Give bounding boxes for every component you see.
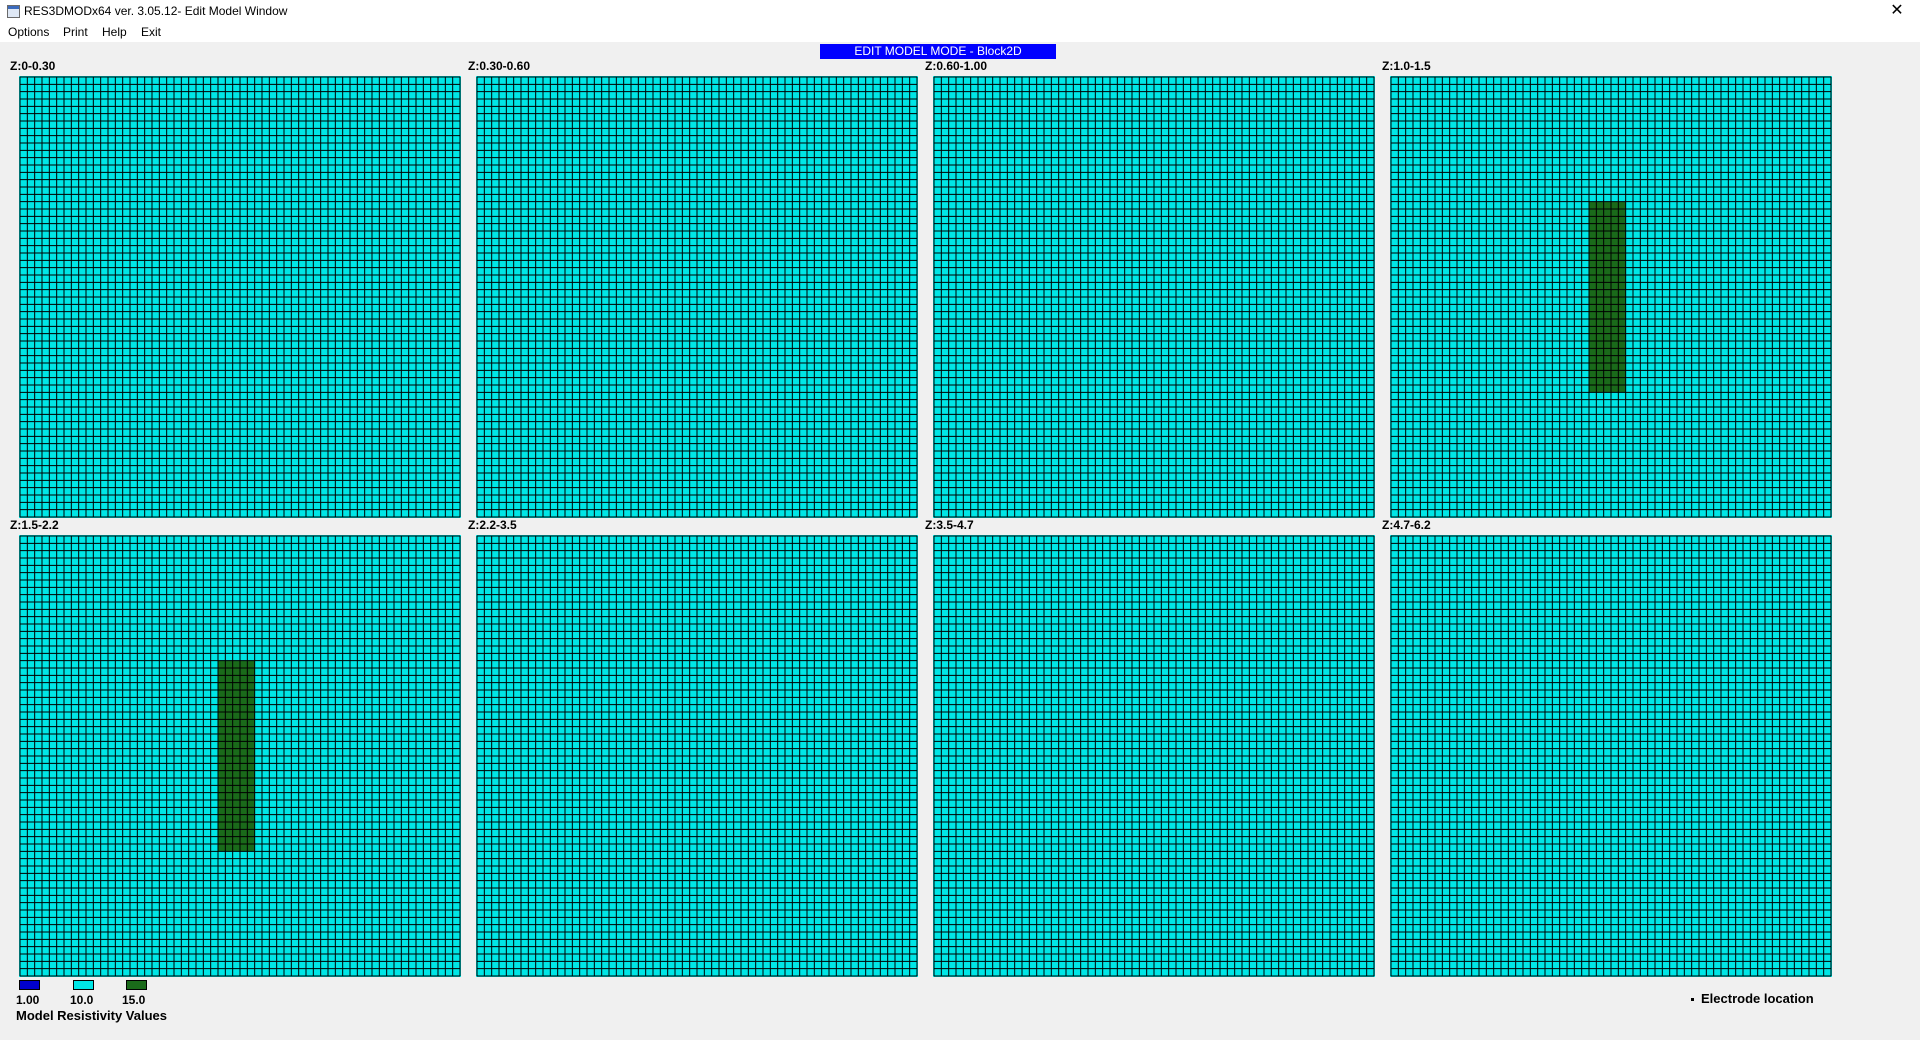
legend-swatch-1[interactable] [19, 980, 40, 990]
model-grid-z8[interactable] [1390, 535, 1832, 977]
legend-title: Model Resistivity Values [16, 1008, 168, 1023]
mode-banner: EDIT MODEL MODE - Block2D [820, 44, 1056, 59]
close-button[interactable]: ✕ [1874, 0, 1920, 22]
panel-label-7: Z:3.5-4.7 [925, 518, 974, 532]
model-grid-z4[interactable] [1390, 76, 1832, 518]
model-grid-z3[interactable] [933, 76, 1375, 518]
model-grid-z1[interactable] [19, 76, 461, 518]
legend-value-3: 15.0 [122, 993, 146, 1007]
legend-value-2: 10.0 [70, 993, 94, 1007]
panel-label-3: Z:0.60-1.00 [925, 59, 988, 73]
grid-lines [1390, 76, 1832, 518]
model-grid-z6[interactable] [476, 535, 918, 977]
grid-lines [933, 535, 1375, 977]
grid-lines [476, 76, 918, 518]
electrode-location-label: Electrode location [1701, 991, 1814, 1006]
panel-label-5: Z:1.5-2.2 [10, 518, 59, 532]
grid-lines [1390, 535, 1832, 977]
legend-swatch-3[interactable] [126, 980, 147, 990]
panel-label-1: Z:0-0.30 [10, 59, 56, 73]
legend-value-1: 1.00 [16, 993, 40, 1007]
grid-lines [933, 76, 1375, 518]
menu-print[interactable]: Print [63, 25, 88, 39]
legend-swatch-2[interactable] [73, 980, 94, 990]
model-grid-z2[interactable] [476, 76, 918, 518]
grid-lines [19, 76, 461, 518]
panel-label-4: Z:1.0-1.5 [1382, 59, 1431, 73]
panel-label-8: Z:4.7-6.2 [1382, 518, 1431, 532]
electrode-dot-icon [1691, 998, 1694, 1001]
menu-options[interactable]: Options [8, 25, 49, 39]
grid-lines [19, 535, 461, 977]
model-grid-z7[interactable] [933, 535, 1375, 977]
model-grid-z5[interactable] [19, 535, 461, 977]
menu-exit[interactable]: Exit [141, 25, 161, 39]
title-bar: RES3DMODx64 ver. 3.05.12- Edit Model Win… [0, 0, 1920, 22]
panel-label-2: Z:0.30-0.60 [468, 59, 531, 73]
app-icon [7, 5, 20, 18]
menu-help[interactable]: Help [102, 25, 127, 39]
window-title: RES3DMODx64 ver. 3.05.12- Edit Model Win… [24, 4, 288, 18]
panel-label-6: Z:2.2-3.5 [468, 518, 517, 532]
grid-lines [476, 535, 918, 977]
menu-bar: Options Print Help Exit [0, 22, 1920, 42]
